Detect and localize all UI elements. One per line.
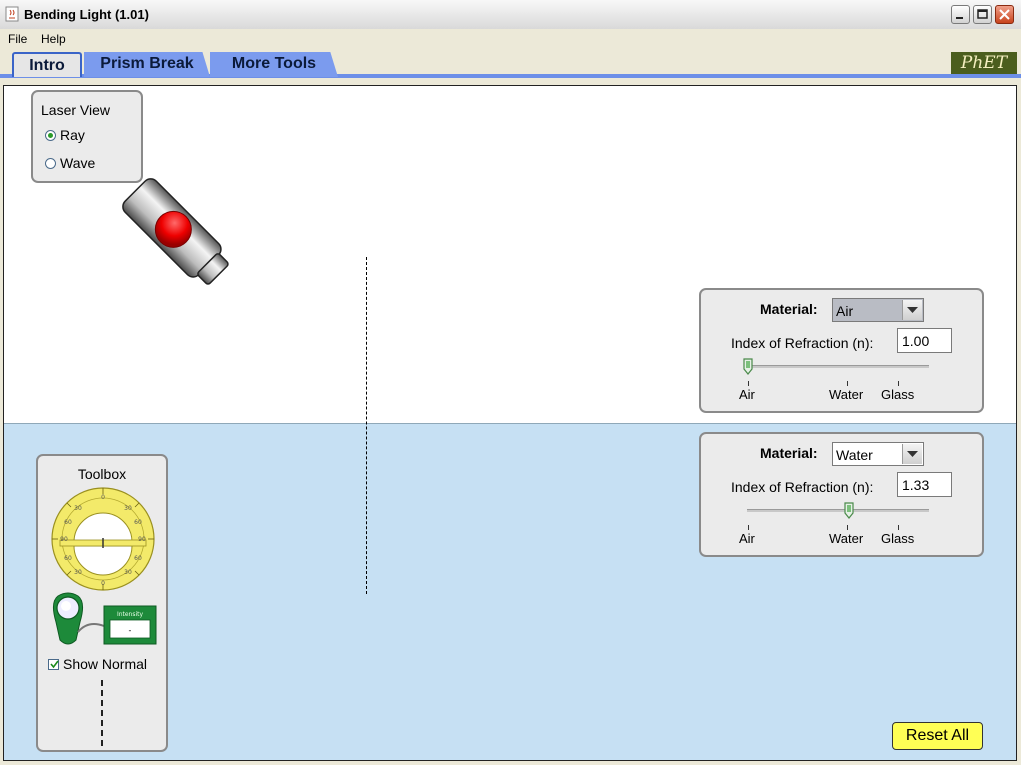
svg-text:30: 30 <box>74 505 82 512</box>
top-material-select[interactable]: Air <box>832 298 924 322</box>
wave-label: Wave <box>60 155 96 171</box>
tick-glass <box>898 381 899 386</box>
svg-text:60: 60 <box>134 555 142 562</box>
toolbox-panel: Toolbox 0 0 90 90 30 30 30 30 60 60 60 60 <box>36 454 168 752</box>
bottom-material-value: Water <box>836 447 873 463</box>
bottom-tick-label-air: Air <box>739 531 755 546</box>
bottom-ior-slider-track[interactable] <box>747 509 929 512</box>
minimize-button[interactable] <box>951 5 970 24</box>
bottom-ior-label: Index of Refraction (n): <box>731 479 874 495</box>
tick-water <box>847 525 848 530</box>
chevron-down-icon <box>907 307 918 313</box>
window-title: Bending Light (1.01) <box>24 7 149 22</box>
menu-file[interactable]: File <box>8 32 27 46</box>
maximize-button[interactable] <box>973 5 992 24</box>
svg-text:30: 30 <box>74 569 82 576</box>
laser-view-heading: Laser View <box>41 102 111 118</box>
wave-option[interactable]: Wave <box>45 155 95 171</box>
tab-more-tools[interactable]: More Tools <box>210 52 338 77</box>
svg-text:90: 90 <box>138 536 146 543</box>
bottom-material-select[interactable]: Water <box>832 442 924 466</box>
svg-text:60: 60 <box>64 555 72 562</box>
svg-text:60: 60 <box>64 519 72 526</box>
ray-radio[interactable] <box>45 129 56 141</box>
intensity-title: Intensity <box>117 611 144 618</box>
svg-text:90: 90 <box>60 536 68 543</box>
menu-bar: File Help <box>0 29 1021 49</box>
chevron-down-icon <box>907 451 918 457</box>
bottom-tick-label-water: Water <box>829 531 864 546</box>
ray-option[interactable]: Ray <box>45 127 85 143</box>
protractor-icon[interactable]: 0 0 90 90 30 30 30 30 60 60 60 60 <box>50 486 156 592</box>
normal-line[interactable] <box>366 257 367 594</box>
minimize-icon <box>956 17 963 19</box>
svg-text:60: 60 <box>134 519 142 526</box>
toolbox-heading: Toolbox <box>77 466 127 482</box>
menu-help[interactable]: Help <box>41 32 66 46</box>
intensity-meter-icon[interactable]: Intensity - <box>48 592 160 652</box>
ray-label: Ray <box>60 127 85 143</box>
tick-water <box>847 381 848 386</box>
maximize-icon <box>977 9 988 19</box>
phet-logo: PhET <box>951 52 1017 74</box>
tab-prism-break[interactable]: Prism Break <box>84 52 210 77</box>
checkmark-icon <box>50 660 59 668</box>
show-normal-checkbox[interactable] <box>48 658 59 670</box>
bottom-ior-input[interactable]: 1.33 <box>897 472 952 497</box>
top-tick-label-air: Air <box>739 387 755 402</box>
top-material-label: Material: <box>760 301 818 317</box>
bottom-material-panel: Material: Water Index of Refraction (n):… <box>699 432 984 557</box>
bottom-material-label: Material: <box>760 445 818 461</box>
java-cup-icon <box>5 6 19 22</box>
top-ior-slider-thumb[interactable] <box>743 358 753 375</box>
top-material-panel: Material: Air Index of Refraction (n): 1… <box>699 288 984 413</box>
close-icon <box>999 9 1010 20</box>
tab-intro[interactable]: Intro <box>12 52 82 77</box>
tick-air <box>748 525 749 530</box>
close-button[interactable] <box>995 5 1014 24</box>
intensity-reading: - <box>129 626 132 635</box>
wave-radio[interactable] <box>45 157 56 169</box>
simulation-canvas: Laser View Ray Wave Material: Air Index … <box>3 85 1017 761</box>
tab-strip: Intro Prism Break More Tools PhET <box>0 49 1021 78</box>
tick-glass <box>898 525 899 530</box>
bottom-tick-label-glass: Glass <box>881 531 915 546</box>
tick-air <box>748 381 749 386</box>
svg-text:30: 30 <box>124 505 132 512</box>
show-normal-label: Show Normal <box>63 656 148 672</box>
top-material-value: Air <box>836 303 854 319</box>
title-bar: Bending Light (1.01) <box>0 0 1021 30</box>
top-tick-label-glass: Glass <box>881 387 915 402</box>
show-normal-option[interactable]: Show Normal <box>48 656 147 672</box>
top-ior-slider-track[interactable] <box>747 365 929 368</box>
top-ior-label: Index of Refraction (n): <box>731 335 874 351</box>
svg-text:30: 30 <box>124 569 132 576</box>
normal-tool-icon[interactable] <box>101 680 103 746</box>
svg-text:0: 0 <box>101 494 105 501</box>
reset-all-button[interactable]: Reset All <box>892 722 983 750</box>
svg-text:0: 0 <box>101 580 105 587</box>
laser-view-panel: Laser View Ray Wave <box>31 90 143 183</box>
top-ior-input[interactable]: 1.00 <box>897 328 952 353</box>
laser-pointer-icon[interactable] <box>112 168 247 303</box>
bottom-ior-slider-thumb[interactable] <box>844 502 854 519</box>
bottom-material-dropdown-button[interactable] <box>902 444 922 464</box>
top-tick-label-water: Water <box>829 387 864 402</box>
top-material-dropdown-button[interactable] <box>902 300 922 320</box>
